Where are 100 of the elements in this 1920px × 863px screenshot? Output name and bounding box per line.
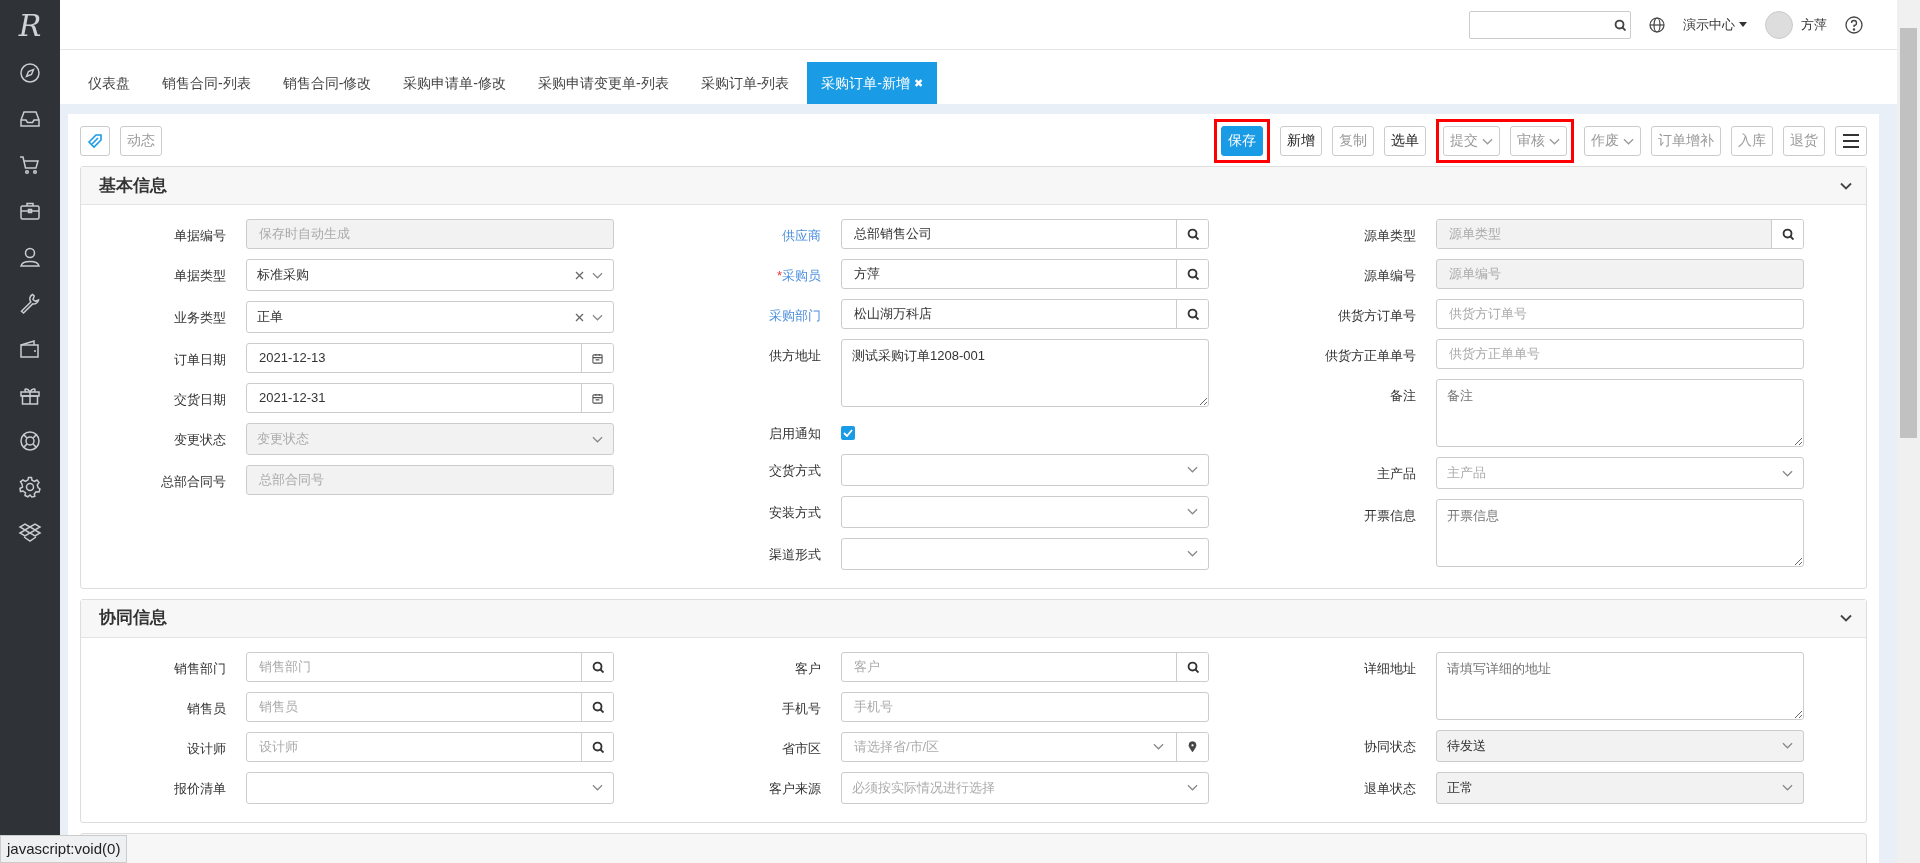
field-label: 源单类型 [1363,227,1416,245]
text-area[interactable]: 备注 [1436,379,1804,447]
chevron-down-icon [592,435,603,443]
field-label: 设计师 [186,739,226,758]
field-label: 销售员 [186,699,226,718]
tab[interactable]: 采购订单-新增 ✖ [807,62,938,104]
tab[interactable]: 销售合同-列表 [148,62,265,104]
field-label: 省市区 [781,739,821,758]
text-field[interactable]: 供货方正单单号 [1436,339,1804,369]
select-field[interactable]: 必须按实际情况进行选择 [841,771,1209,804]
section-header[interactable]: 协同信息 [81,599,1866,638]
field-label: 手机号 [781,699,821,718]
field-label: 备注 [1389,387,1416,405]
chevron-down-icon [592,313,603,321]
search-field[interactable] [1469,10,1631,39]
scrollbar[interactable] [1897,0,1920,863]
chevron-down-icon [1187,784,1198,791]
select-field[interactable]: 标准采购 [246,259,614,291]
close-tab-icon[interactable]: ✖ [914,74,924,92]
field-label: 单据编号 [173,227,226,245]
activity-button[interactable]: 动态 [120,126,162,156]
field-link[interactable]: 供应商 [676,219,821,246]
toolbar-button[interactable]: 选单 [1384,126,1426,156]
field-label: 销售部门 [173,659,226,678]
select-field[interactable] [841,537,1209,570]
select-field: 变更状态 [246,423,614,455]
status-bar-url: javascript:void(0) [0,834,128,863]
gear-icon[interactable] [18,475,42,499]
menu-icon [1843,133,1859,149]
chevron-down-icon [1187,508,1198,515]
select-field: 待发送 [1436,729,1804,762]
search-icon [1614,18,1626,31]
field-label: 详细地址 [1363,659,1416,678]
chevron-down-icon [1782,784,1793,791]
field-label: 源单编号 [1363,267,1416,285]
field-label: 开票信息 [1363,507,1416,525]
tag-icon [87,133,103,149]
field-label: 客户 [794,659,821,678]
section-title: 协同信息 [99,607,167,630]
field-link[interactable]: *采购员 [676,259,821,286]
user-icon[interactable] [18,245,42,269]
tab[interactable]: 仪表盘 [74,62,144,104]
field-label: 安装方式 [768,503,821,522]
cart-icon[interactable] [18,153,42,177]
toolbar-button[interactable]: 保存 [1221,126,1263,156]
lifebuoy-icon[interactable] [18,429,42,453]
text-field[interactable]: 手机号 [841,691,1209,722]
field-link[interactable]: 采购部门 [676,299,821,326]
select-field[interactable]: 正单 [246,301,614,333]
org-menu[interactable]: 演示中心 [1683,14,1747,35]
field-label: 供货方订单号 [1337,307,1416,325]
chevron-down-icon [1187,550,1198,557]
text-field: 源单编号 [1436,259,1804,289]
text-area[interactable]: 请填写详细的地址 [1436,651,1804,720]
text-area[interactable]: 开票信息 [1436,499,1804,567]
field-label: 总部合同号 [160,473,226,491]
section-header[interactable]: 基本信息 [81,167,1866,205]
field-label: 单据类型 [173,267,226,285]
tab[interactable]: 采购申请变更单-列表 [524,62,683,104]
clear-icon [575,270,584,280]
clear-icon [575,312,584,322]
chevron-down-icon [1187,466,1198,473]
tab[interactable]: 采购订单-列表 [686,62,804,104]
field-label: 主产品 [1376,465,1416,483]
menu-button[interactable] [1835,126,1867,156]
text-field[interactable]: 供货方订单号 [1436,299,1804,329]
scrollbar-thumb[interactable] [1900,28,1917,438]
tab[interactable]: 销售合同-修改 [268,62,386,104]
boxes-icon[interactable] [18,521,42,545]
checkbox[interactable] [841,426,855,440]
help-icon [1845,16,1863,35]
field-label: 客户来源 [768,779,821,798]
user-name[interactable]: 方萍 [1801,14,1827,35]
chevron-down-icon [592,271,603,279]
field-label: 订单日期 [173,351,226,369]
compass-icon[interactable] [18,61,42,85]
wrench-icon[interactable] [18,291,42,315]
chevron-down-icon [1482,137,1493,145]
field-label: 协同状态 [1363,737,1416,756]
caret-icon [1739,22,1747,27]
select-field[interactable] [841,453,1209,486]
globe-icon [1649,17,1665,34]
wallet-icon[interactable] [18,337,42,361]
logo[interactable]: R [18,0,42,50]
text-field: 总部合同号 [246,465,614,495]
text-field: 保存时自动生成 [246,219,614,249]
tab[interactable]: 采购申请单-修改 [389,62,520,104]
field-label: 供方地址 [768,347,821,365]
text-area[interactable]: 测试采购订单1208-001 [841,339,1209,407]
chevron-down-icon [592,784,603,791]
select-field[interactable]: 主产品 [1436,457,1804,489]
chevron-down-icon [1782,742,1793,749]
select-field[interactable] [246,771,614,804]
chevron-down-icon [1623,137,1634,145]
toolbar-button[interactable]: 新增 [1280,126,1322,156]
tag-button[interactable] [80,126,110,156]
field-label: 启用通知 [768,425,821,443]
select-field[interactable] [841,495,1209,528]
field-label: 渠道形式 [768,545,821,564]
field-label: 交货日期 [173,391,226,409]
